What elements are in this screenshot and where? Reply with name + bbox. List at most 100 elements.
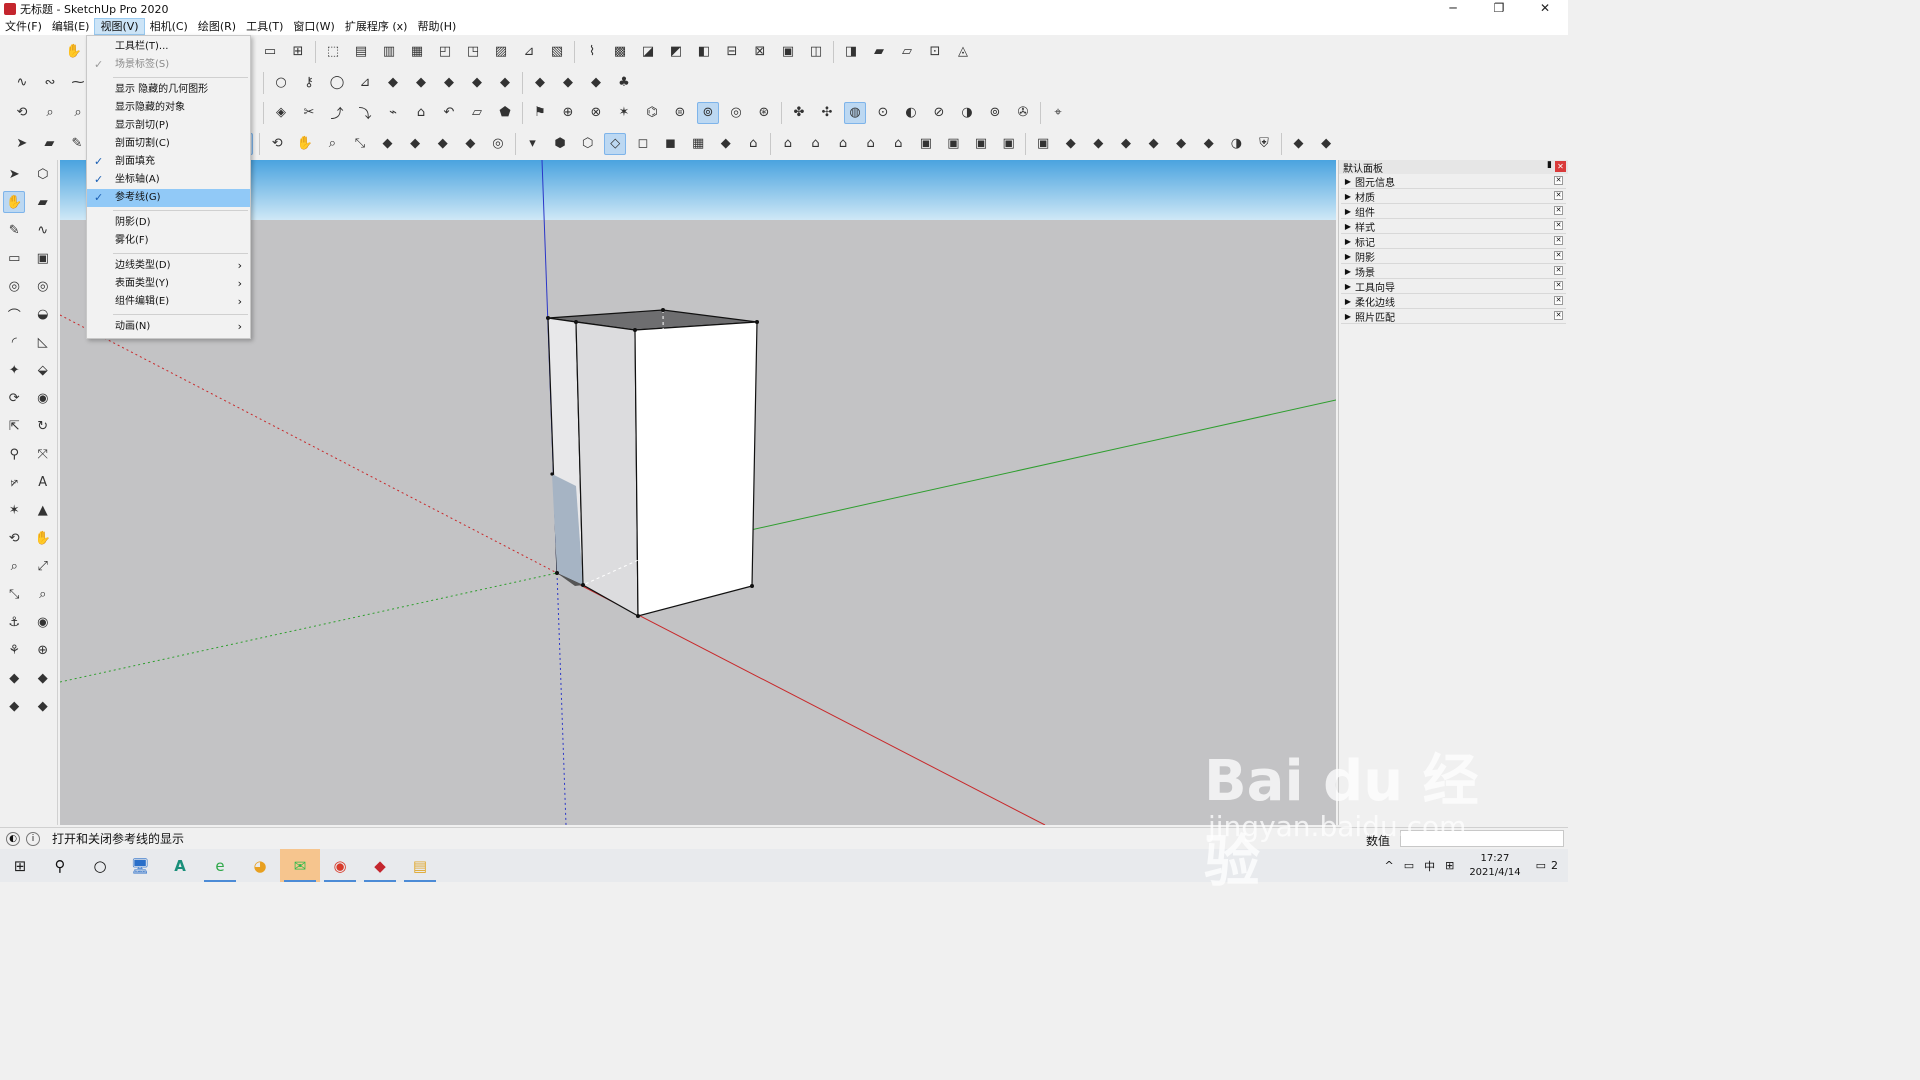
menu-file[interactable]: 文件(F) (0, 18, 47, 35)
toolbar-tool-icon[interactable]: ⚑ (529, 102, 551, 124)
toolbar-tool-icon[interactable]: ✤ (788, 102, 810, 124)
toolbar-tool-icon[interactable]: ▦ (687, 133, 709, 155)
toolset-tool-icon[interactable]: ⇱ (3, 415, 25, 437)
toolbar-tool-icon[interactable]: ✂ (298, 102, 320, 124)
toolbar-tool-icon[interactable]: ▦ (406, 41, 428, 63)
toolset-tool-icon[interactable]: ✦ (3, 359, 25, 381)
tray-section[interactable]: ▶ 柔化边线 ✕ (1341, 294, 1566, 309)
toolbar-tool-icon[interactable]: ⊚ (697, 101, 719, 124)
toolbar-tool-icon[interactable]: ▣ (943, 133, 965, 155)
ime-grid-icon[interactable]: ⊞ (1445, 859, 1454, 872)
notification-icon[interactable]: ▭ 2 (1536, 859, 1563, 872)
toolbar-tool-icon[interactable]: ◆ (382, 72, 404, 94)
toolset-tool-icon[interactable]: ◆ (3, 695, 25, 717)
section-close-icon[interactable]: ✕ (1554, 176, 1563, 185)
toolset-tool-icon[interactable]: ⦬ (3, 471, 25, 493)
toolbar-tool-icon[interactable]: ◆ (1170, 133, 1192, 155)
view-menu-item[interactable]: 显示剖切(P) (87, 117, 250, 135)
toolset-tool-icon[interactable]: ↻ (32, 415, 54, 437)
toolset-tool-icon[interactable]: ◆ (32, 695, 54, 717)
toolset-tool-icon[interactable]: ⌕ (3, 555, 25, 577)
toolbar-tool-icon[interactable]: ⤡ (349, 133, 371, 155)
view-menu-item[interactable]: 剖面切割(C) (87, 135, 250, 153)
toolbar-tool-icon[interactable]: ◆ (1288, 133, 1310, 155)
toolset-tool-icon[interactable]: ∿ (32, 219, 54, 241)
toolbar-tool-icon[interactable]: ◆ (1115, 133, 1137, 155)
section-close-icon[interactable]: ✕ (1554, 236, 1563, 245)
box-model[interactable] (546, 308, 759, 618)
toolbar-tool-icon[interactable]: ⚷ (298, 72, 320, 94)
toolbar-tool-icon[interactable]: ◆ (1143, 133, 1165, 155)
menu-tools[interactable]: 工具(T) (241, 18, 288, 35)
toolset-tool-icon[interactable]: ⌕ (32, 583, 54, 605)
section-close-icon[interactable]: ✕ (1554, 251, 1563, 260)
toolbar-tool-icon[interactable]: ⌬ (641, 102, 663, 124)
toolbar-tool-icon[interactable]: ➤ (11, 133, 33, 155)
toolbar-tool-icon[interactable]: ✶ (613, 102, 635, 124)
toolbar-tool-icon[interactable]: ◯ (326, 72, 348, 94)
toolbar-tool-icon[interactable]: ⟲ (11, 102, 33, 124)
view-menu-item[interactable]: 雾化(F) (87, 232, 250, 250)
toolbar-tool-icon[interactable]: ◍ (844, 101, 866, 124)
toolbar-tool-icon[interactable]: ◆ (410, 72, 432, 94)
toolset-tool-icon[interactable]: ⚓ (3, 611, 25, 633)
menu-draw[interactable]: 绘图(R) (193, 18, 241, 35)
toolbar-tool-icon[interactable]: ▣ (998, 133, 1020, 155)
toolset-tool-icon[interactable]: ◉ (32, 387, 54, 409)
toolbar-tool-icon[interactable]: ◆ (466, 72, 488, 94)
toolbar-tool-icon[interactable]: ◆ (1315, 133, 1337, 155)
computer-icon[interactable]: 🖥 (120, 849, 160, 882)
toolbar-tool-icon[interactable]: ▣ (970, 133, 992, 155)
toolbar-tool-icon[interactable]: ⛨ (1253, 133, 1275, 155)
tray-section[interactable]: ▶ 照片匹配 ✕ (1341, 309, 1566, 324)
menu-window[interactable]: 窗口(W) (288, 18, 339, 35)
chrome-icon[interactable]: ◉ (320, 849, 360, 882)
toolset-tool-icon[interactable]: ⟳ (3, 387, 25, 409)
toolbar-tool-icon[interactable]: ✋ (294, 133, 316, 155)
toolbar-tool-icon[interactable]: ◼ (660, 133, 682, 155)
menu-help[interactable]: 帮助(H) (412, 18, 461, 35)
toolset-tool-icon[interactable]: ◎ (3, 275, 25, 297)
toolbar-tool-icon[interactable]: ▣ (915, 133, 937, 155)
autocad-icon[interactable]: A (160, 849, 200, 882)
toolbar-tool-icon[interactable]: ▨ (490, 41, 512, 63)
tray-section[interactable]: ▶ 组件 ✕ (1341, 204, 1566, 219)
toolbar-tool-icon[interactable]: ⬡ (577, 133, 599, 155)
toolbar-tool-icon[interactable]: ◩ (665, 41, 687, 63)
model-canvas[interactable] (60, 160, 1336, 825)
toolbar-tool-icon[interactable]: ▰ (868, 41, 890, 63)
toolbar-tool-icon[interactable]: ⟲ (266, 133, 288, 155)
toolbar-tool-icon[interactable]: ◐ (900, 102, 922, 124)
toolbar-tool-icon[interactable]: ⊡ (924, 41, 946, 63)
toolbar-tool-icon[interactable]: ◆ (432, 133, 454, 155)
tray-section[interactable]: ▶ 图元信息 ✕ (1341, 174, 1566, 189)
toolbar-tool-icon[interactable]: ⊠ (749, 41, 771, 63)
toolbar-tool-icon[interactable]: ⌂ (832, 133, 854, 155)
toolbar-tool-icon[interactable]: ⌂ (860, 133, 882, 155)
geo-location-icon[interactable]: ◐ (6, 831, 20, 846)
toolbar-tool-icon[interactable]: ◆ (377, 133, 399, 155)
toolbar-tool-icon[interactable]: ⤴ (326, 102, 348, 124)
toolbar-tool-icon[interactable]: ◆ (715, 133, 737, 155)
view-menu-item[interactable]: ✓ 场景标签(S) (87, 56, 250, 74)
toolbar-tool-icon[interactable]: ⊚ (984, 102, 1006, 124)
view-menu-item[interactable]: 组件编辑(E) › (87, 293, 250, 311)
minimize-button[interactable]: ─ (1430, 0, 1476, 18)
search-icon[interactable]: ⚲ (40, 849, 80, 882)
toolbar-tool-icon[interactable]: ▤ (350, 41, 372, 63)
toolbar-tool-icon[interactable]: ✣ (816, 102, 838, 124)
section-close-icon[interactable]: ✕ (1554, 281, 1563, 290)
toolbar-tool-icon[interactable]: ◪ (637, 41, 659, 63)
ucbrowser-icon[interactable]: ◕ (240, 849, 280, 882)
toolbar-tool-icon[interactable]: ↶ (438, 102, 460, 124)
toolbar-tool-icon[interactable]: ▰ (39, 133, 61, 155)
section-close-icon[interactable]: ✕ (1554, 311, 1563, 320)
toolbar-tool-icon[interactable]: ▾ (522, 133, 544, 155)
toolbar-tool-icon[interactable]: ◎ (487, 133, 509, 155)
toolset-tool-icon[interactable]: ⟲ (3, 527, 25, 549)
toolset-tool-icon[interactable]: ⤧ (32, 443, 54, 465)
close-window-button[interactable]: ✕ (1522, 0, 1568, 18)
measurements-box[interactable] (1400, 830, 1564, 847)
toolset-tool-icon[interactable]: ◒ (32, 303, 54, 325)
toolbar-tool-icon[interactable]: ◆ (404, 133, 426, 155)
